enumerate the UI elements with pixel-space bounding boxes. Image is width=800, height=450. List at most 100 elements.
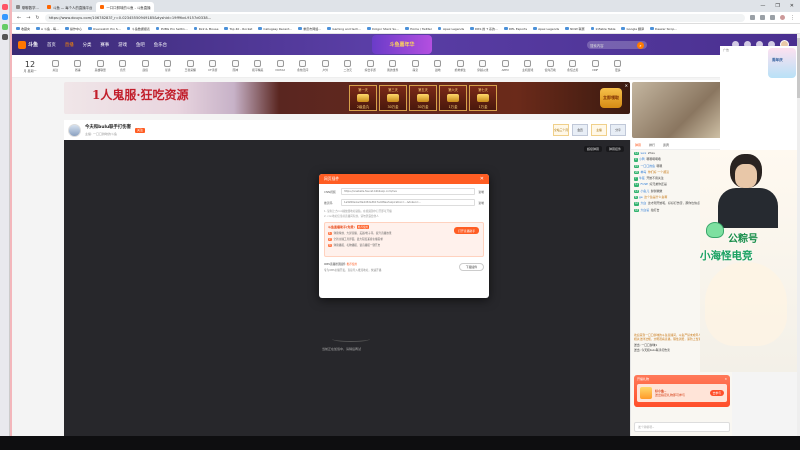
category-item[interactable]: 主机游戏 <box>517 59 540 72</box>
category-item[interactable]: 赛事 <box>67 59 90 72</box>
chat-username[interactable]: FUSE <box>641 183 648 187</box>
app-icon[interactable] <box>1 14 8 20</box>
category-item[interactable]: 永劫无间 <box>292 59 315 72</box>
streamer-name[interactable]: 主播: 一口口鲜味的斗鱼 <box>85 132 131 136</box>
category-item[interactable]: CF手游 <box>202 59 225 72</box>
nav-item-events[interactable]: 赛事 <box>100 42 109 48</box>
minimize-button[interactable]: — <box>760 3 765 9</box>
bookmark-item[interactable]: A 斗鱼 - 每… <box>36 27 59 31</box>
download-plugin-button[interactable]: 下载插件 <box>458 262 484 271</box>
nav-promo-banner[interactable]: 斗鱼嘉年华 <box>372 35 432 54</box>
star-icon[interactable] <box>770 15 775 20</box>
category-item[interactable]: 英雄联盟 <box>89 59 112 72</box>
app-icon[interactable] <box>1 4 8 10</box>
tab-rank[interactable]: 排行 <box>649 143 655 147</box>
nav-item-home[interactable]: 首页 <box>47 42 56 48</box>
bookmark-item[interactable]: PUBG Pro Settin… <box>155 27 188 31</box>
reward-card[interactable]: 第三天 30万金 <box>379 85 407 111</box>
gift-event-card[interactable]: 开播礼物 ✕ 好小鱼~ 送出指定礼物即可参与 去参与 <box>634 375 730 407</box>
close-icon[interactable]: ✕ <box>480 176 484 182</box>
browser-tab[interactable]: 斗鱼 — 每个人的直播平台 <box>43 2 96 12</box>
bookmark-item[interactable]: Overwatch Pro S… <box>88 27 121 31</box>
close-window-button[interactable]: ✕ <box>790 3 794 9</box>
bookmark-item[interactable]: DRS 的 T 系的… <box>470 27 498 31</box>
header-badge[interactable]: 分享 <box>610 124 626 136</box>
bookmark-item[interactable]: Rx2 & Mouse <box>193 27 218 31</box>
streamer-avatar[interactable] <box>68 123 81 137</box>
chat-username[interactable]: 小鸭 <box>639 157 645 162</box>
category-item[interactable]: 原神 <box>224 59 247 72</box>
category-item[interactable]: DOTA2 <box>269 59 292 72</box>
tab-danmaku[interactable]: 弹幕 <box>635 143 641 147</box>
douyu-logo[interactable]: 斗鱼 <box>18 40 38 49</box>
chat-username[interactable]: 牛猛 <box>639 176 645 181</box>
close-icon[interactable]: ✕ <box>724 377 727 381</box>
chat-username[interactable]: 一口口的鱼 <box>641 164 655 169</box>
chat-username[interactable]: 小鱼儿 <box>641 189 650 194</box>
ad-thumbnail[interactable] <box>632 82 728 138</box>
bookmark-item[interactable]: Dolgor Stack Su… <box>367 27 399 31</box>
bookmark-item[interactable]: NOW 联赛 <box>565 27 585 31</box>
category-item[interactable]: 户外 <box>314 59 337 72</box>
super-danmaku-button[interactable]: 超级弹幕 <box>583 146 602 152</box>
nav-item-live[interactable]: 直播 <box>65 42 74 48</box>
bookmark-item[interactable]: Apex Legends <box>533 27 559 31</box>
app-icon[interactable] <box>1 24 8 30</box>
category-item[interactable]: DNF <box>584 59 607 72</box>
bookmark-item[interactable]: Inflable Table <box>590 27 615 31</box>
stream-key-field[interactable]: 1a9266e1ac8a4d3da3617ad28ea?expiration=…… <box>341 199 476 206</box>
chat-username[interactable]: ge <box>639 195 643 200</box>
chat-input[interactable]: 发个弹幕呗~ <box>634 422 730 432</box>
nav-item-games[interactable]: 游戏 <box>118 42 127 48</box>
app-icon[interactable] <box>1 34 8 40</box>
copy-button[interactable]: 复制 <box>478 190 484 194</box>
category-item[interactable]: 颜值 <box>134 59 157 72</box>
bookmark-item[interactable]: Google 翻译 <box>621 27 644 31</box>
category-item[interactable]: 星秀 <box>157 59 180 72</box>
reward-card[interactable]: 第七天 1万金 <box>469 85 497 111</box>
reward-card[interactable]: 第六天 1万金 <box>439 85 467 111</box>
tab-vip[interactable]: 贵宾 <box>663 143 669 147</box>
menu-icon[interactable]: ⋮ <box>790 15 795 21</box>
maximize-button[interactable]: ❐ <box>775 3 779 9</box>
category-item[interactable]: 和平精英 <box>247 59 270 72</box>
profile-icon[interactable] <box>780 15 785 20</box>
stream-url-field[interactable]: https://anabells-faucet.bilbilaxp.com/li… <box>341 188 476 195</box>
nav-item-radio[interactable]: 鱼乐台 <box>154 42 167 48</box>
bookmark-item[interactable]: Top 40 - Rocket <box>224 27 252 31</box>
bookmark-item[interactable]: Gaming and tech… <box>327 27 361 31</box>
bookmark-item[interactable]: 重庆市网络… <box>298 27 321 31</box>
category-item[interactable]: 音乐 <box>112 59 135 72</box>
back-icon[interactable]: ← <box>17 15 21 21</box>
bookmark-item[interactable]: Deezer Sirop… <box>650 27 677 31</box>
follow-button[interactable]: 关注 <box>135 127 146 133</box>
search-icon[interactable]: ⌕ <box>637 41 644 49</box>
bookmark-item[interactable]: DEL Esports <box>504 27 527 31</box>
browser-tab-active[interactable]: 一口口鲜味的斗鱼 - 斗鱼直播 <box>96 2 155 12</box>
gift-join-button[interactable]: 去参与 <box>709 390 724 396</box>
category-item[interactable]: 关注 <box>44 59 67 72</box>
banner-cta-button[interactable]: 立即领取 <box>600 88 622 108</box>
category-item[interactable]: 穿越火线 <box>472 59 495 72</box>
category-item[interactable]: 更多 <box>607 59 630 72</box>
search-box[interactable]: 搜索内容 ⌕ <box>587 41 647 49</box>
anniversary-badge[interactable] <box>768 48 796 78</box>
close-icon[interactable]: ✕ <box>625 83 628 88</box>
open-assistant-button[interactable]: 打开直播助手 <box>454 227 479 234</box>
header-badge[interactable]: 会员 <box>572 124 588 136</box>
chat-username[interactable]: 神马 <box>641 170 647 175</box>
browser-tab[interactable]: 聊聊数学… <box>12 2 43 12</box>
extension-icon[interactable] <box>750 15 755 20</box>
category-item[interactable]: 王者荣耀 <box>179 59 202 72</box>
category-item[interactable]: 二次元 <box>337 59 360 72</box>
bookmark-item[interactable]: 操作中心 <box>65 27 82 31</box>
header-badge[interactable]: 主播 <box>591 124 607 136</box>
nav-item-yuba[interactable]: 鱼吧 <box>136 42 145 48</box>
header-badge[interactable]: 全站三个月 <box>553 124 569 136</box>
bookmark-item[interactable]: 收藏夹 <box>16 27 30 31</box>
extension-icon[interactable] <box>760 15 765 20</box>
chat-username[interactable]: wxx <box>641 151 647 156</box>
bookmark-item[interactable]: Home / Twitter <box>405 27 432 31</box>
reload-icon[interactable]: ↻ <box>35 15 39 21</box>
category-item[interactable]: 永恒之塔 <box>562 59 585 72</box>
